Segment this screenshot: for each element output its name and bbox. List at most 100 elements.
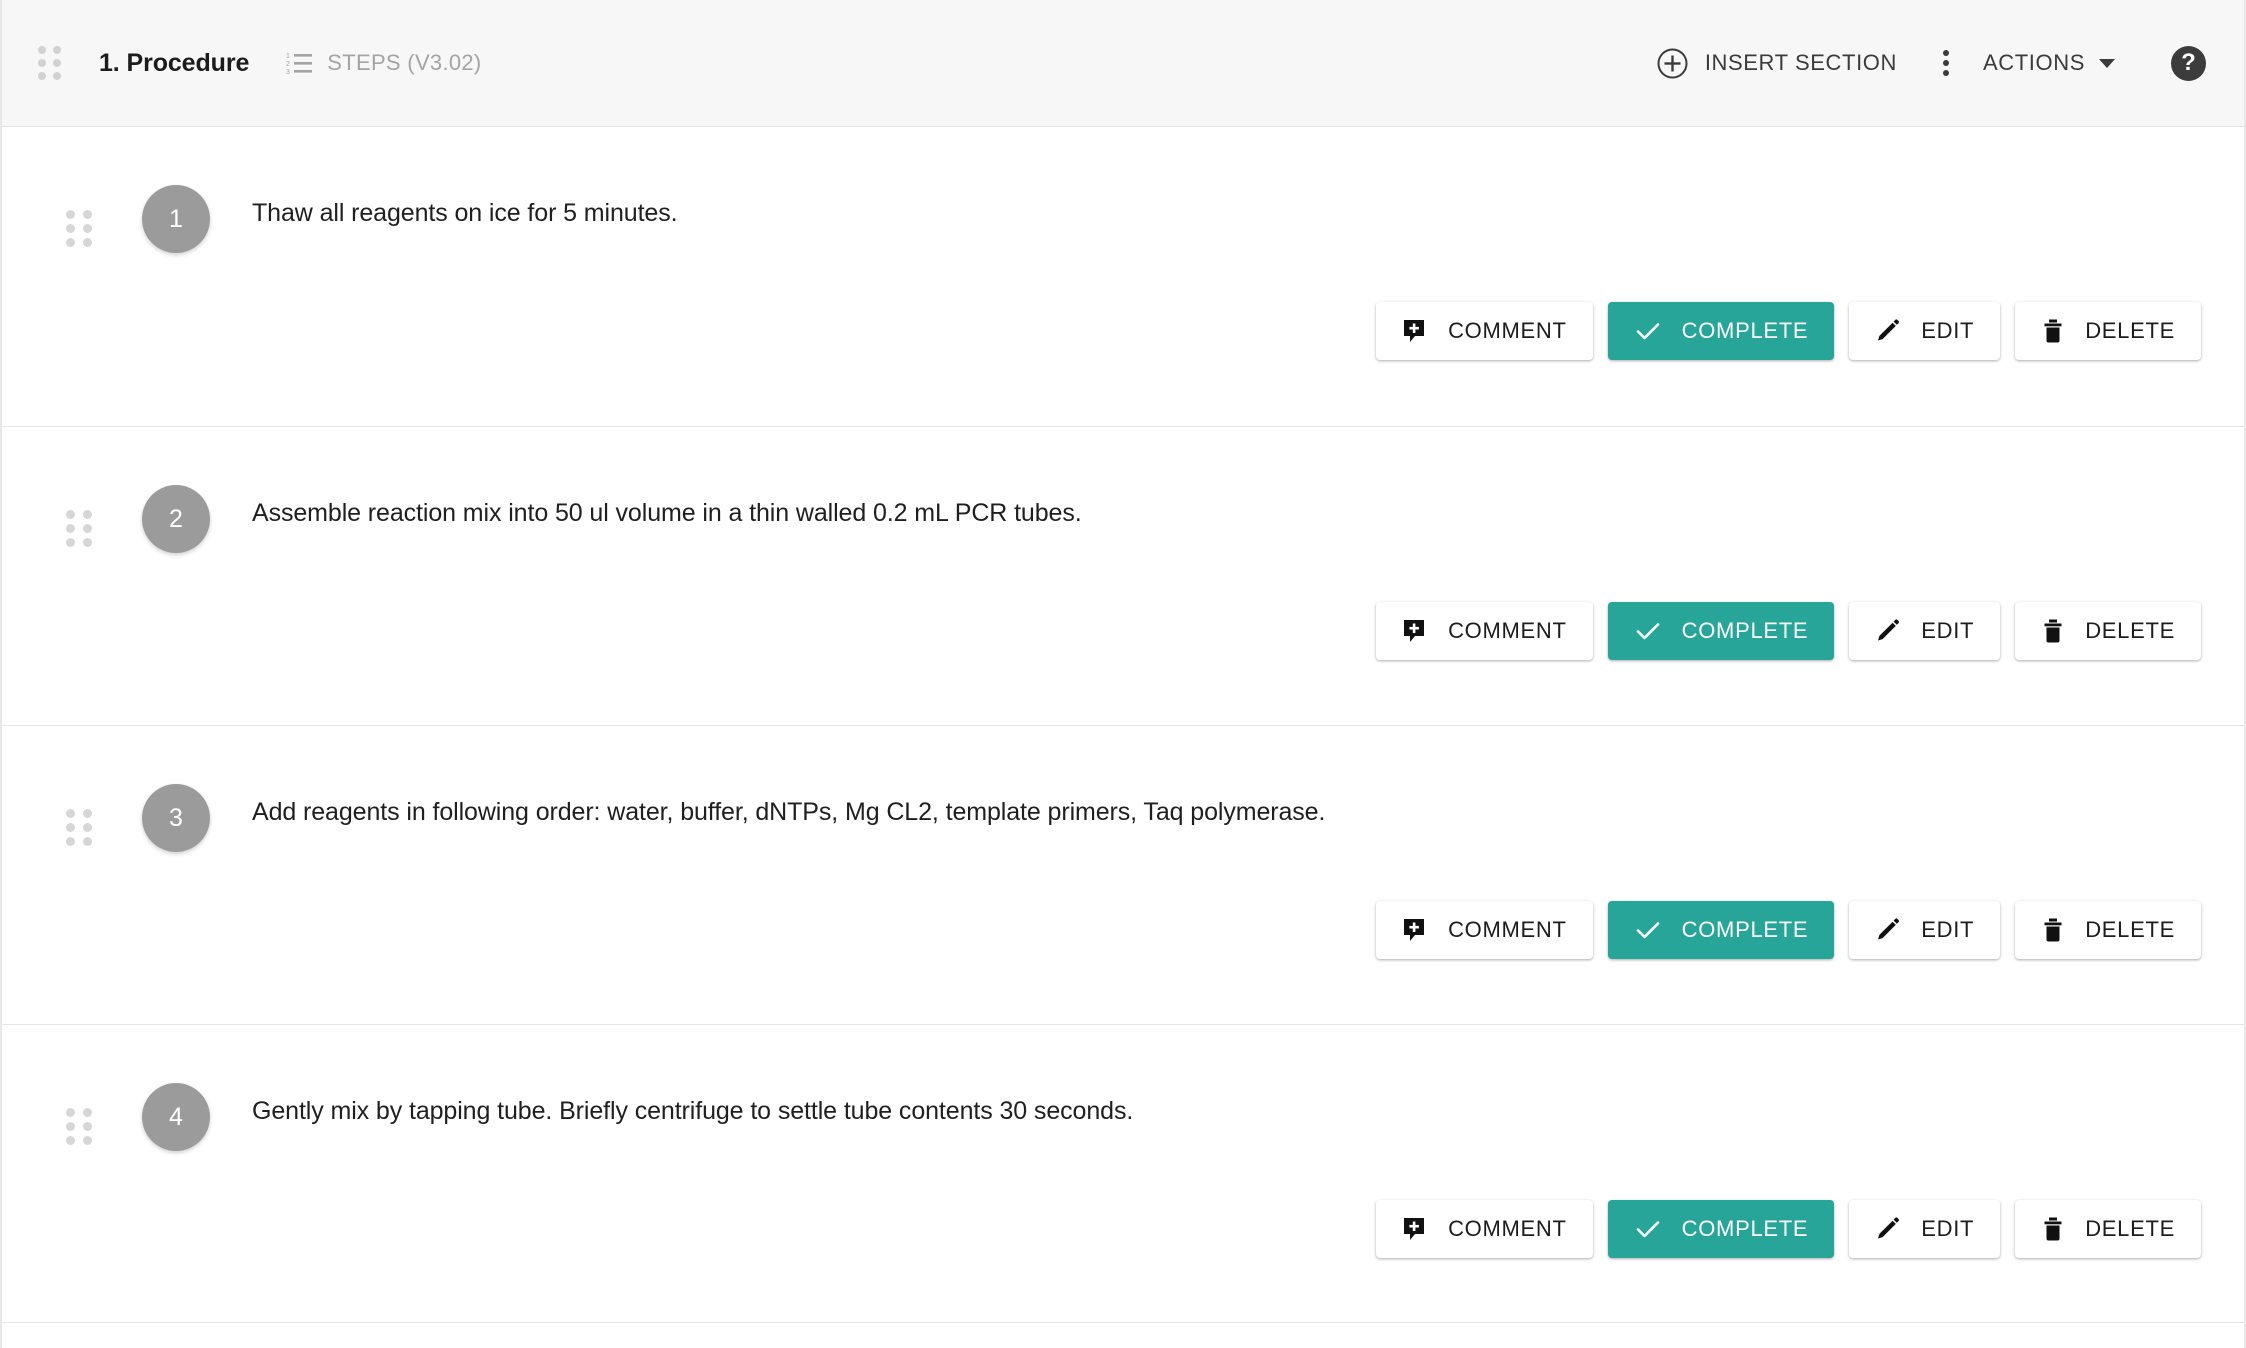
pencil-icon [1875,618,1901,644]
trash-icon [2041,917,2065,943]
drag-dot [83,809,92,818]
trash-icon [2041,618,2065,644]
drag-dot [66,837,75,846]
drag-dot [38,59,46,67]
step-number-badge: 4 [142,1083,210,1151]
drag-dot [66,210,75,219]
kebab-dot [1943,70,1949,76]
page-title: 1. Procedure [99,48,250,77]
check-icon [1634,317,1662,345]
drag-dot [66,538,75,547]
step-action-bar: COMMENT COMPLETE EDIT DELETE [1376,1200,2201,1258]
edit-label: EDIT [1921,318,1975,343]
check-icon [1634,617,1662,645]
comment-label: COMMENT [1448,917,1567,942]
steps-meta: 1 2 3 STEPS (V3.02) [286,50,481,76]
edit-button[interactable]: EDIT [1849,302,2001,360]
plus-circle-icon [1657,48,1688,79]
step-content: 2 Assemble reaction mix into 50 ul volum… [45,427,2201,553]
pencil-icon [1875,318,1901,344]
drag-dot [83,210,92,219]
svg-text:3: 3 [286,69,290,75]
complete-button[interactable]: COMPLETE [1607,602,1835,660]
complete-button[interactable]: COMPLETE [1607,901,1835,959]
help-icon[interactable]: ? [2171,45,2206,81]
drag-dot [66,1122,75,1131]
section-drag-handle[interactable] [38,46,61,80]
complete-label: COMPLETE [1681,917,1809,942]
complete-label: COMPLETE [1681,618,1809,643]
step-drag-handle[interactable] [66,809,92,846]
edit-label: EDIT [1921,618,1975,643]
drag-dot [83,524,92,533]
comment-label: COMMENT [1448,318,1567,343]
step-drag-handle[interactable] [66,210,92,247]
edit-button[interactable]: EDIT [1849,901,2001,959]
step-row: 2 Assemble reaction mix into 50 ul volum… [2,426,2244,725]
pencil-icon [1875,917,1901,943]
actions-button[interactable]: ACTIONS [1979,44,2119,82]
edit-button[interactable]: EDIT [1849,602,2001,660]
drag-dot [66,1136,75,1145]
delete-button[interactable]: DELETE [2015,602,2201,660]
comment-plus-icon [1402,917,1428,943]
drag-dot [66,524,75,533]
drag-dot [83,1108,92,1117]
step-drag-handle[interactable] [66,1108,92,1145]
section-header: 1. Procedure 1 2 3 STEPS (V3.02) INSERT … [2,0,2244,127]
more-vertical-icon[interactable] [1937,46,1955,80]
comment-button[interactable]: COMMENT [1376,602,1593,660]
comment-plus-icon [1402,1216,1428,1242]
step-text: Assemble reaction mix into 50 ul volume … [252,499,1082,527]
actions-label: ACTIONS [1983,50,2085,75]
delete-button[interactable]: DELETE [2015,1200,2201,1258]
procedure-page: 1. Procedure 1 2 3 STEPS (V3.02) INSERT … [0,0,2246,1348]
check-icon [1634,1215,1662,1243]
drag-dot [83,823,92,832]
svg-text:2: 2 [286,61,290,68]
steps-list: 1 Thaw all reagents on ice for 5 minutes… [2,127,2244,1323]
delete-label: DELETE [2085,318,2175,343]
step-drag-handle[interactable] [66,510,92,547]
edit-label: EDIT [1921,917,1975,942]
drag-dot [66,1108,75,1117]
insert-section-button[interactable]: INSERT SECTION [1653,42,1901,85]
insert-section-label: INSERT SECTION [1704,50,1897,75]
edit-button[interactable]: EDIT [1849,1200,2001,1258]
chevron-down-icon [2099,58,2115,68]
complete-button[interactable]: COMPLETE [1607,302,1835,360]
kebab-dot [1943,60,1949,66]
drag-dot [38,72,46,80]
step-number-badge: 3 [142,784,210,852]
step-number-badge: 2 [142,485,210,553]
complete-button[interactable]: COMPLETE [1607,1200,1835,1258]
step-text: Gently mix by tapping tube. Briefly cent… [252,1097,1134,1125]
step-content: 3 Add reagents in following order: water… [45,726,2201,852]
drag-dot [83,238,92,247]
comment-button[interactable]: COMMENT [1376,302,1593,360]
comment-button[interactable]: COMMENT [1376,1200,1593,1258]
drag-dot [83,1122,92,1131]
section-header-left: 1. Procedure 1 2 3 STEPS (V3.02) [38,46,482,80]
delete-button[interactable]: DELETE [2015,302,2201,360]
drag-dot [83,224,92,233]
step-number-badge: 1 [142,185,210,253]
comment-label: COMMENT [1448,618,1567,643]
step-row: 1 Thaw all reagents on ice for 5 minutes… [2,127,2244,426]
drag-dot [66,823,75,832]
edit-label: EDIT [1921,1216,1975,1241]
trash-icon [2041,318,2065,344]
step-action-bar: COMMENT COMPLETE EDIT DELETE [1376,302,2201,360]
drag-dot [66,238,75,247]
drag-dot [83,837,92,846]
comment-button[interactable]: COMMENT [1376,901,1593,959]
section-header-right: INSERT SECTION ACTIONS ? [1653,42,2206,85]
comment-plus-icon [1402,318,1428,344]
step-text: Thaw all reagents on ice for 5 minutes. [252,199,678,227]
step-row: 4 Gently mix by tapping tube. Briefly ce… [2,1024,2244,1323]
drag-dot [83,538,92,547]
comment-label: COMMENT [1448,1216,1567,1241]
numbered-list-icon: 1 2 3 [286,51,313,75]
delete-button[interactable]: DELETE [2015,901,2201,959]
drag-dot [38,46,46,54]
